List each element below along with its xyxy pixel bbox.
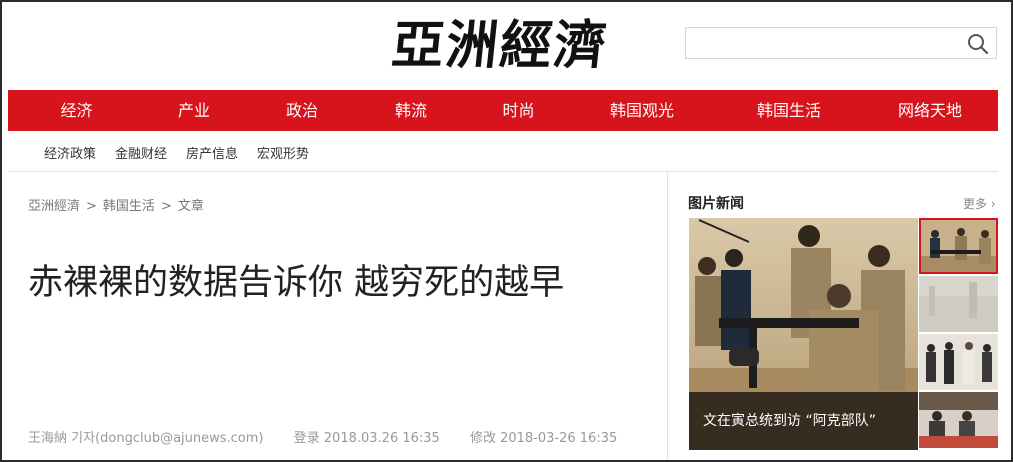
- thumbnail-image: [919, 276, 998, 332]
- article-registered-time: 登录 2018.03.26 16:35: [293, 431, 440, 446]
- breadcrumb-separator: >: [86, 199, 97, 214]
- nav-item-fashion[interactable]: 时尚: [461, 90, 576, 131]
- breadcrumb-current[interactable]: 文章: [178, 199, 204, 214]
- logo-text: 亞洲經濟: [388, 15, 612, 76]
- thumbnail-1[interactable]: [919, 218, 998, 274]
- thumbnail-4[interactable]: [919, 392, 998, 448]
- subnav-item-finance[interactable]: 金融财经: [115, 143, 167, 162]
- search-button[interactable]: [966, 32, 990, 56]
- article-meta: 王海納 기자(dongclub@ajunews.com) 登录 2018.03.…: [28, 427, 643, 446]
- nav-item-hallyu[interactable]: 韩流: [361, 90, 461, 131]
- article-modified-time: 修改 2018-03-26 16:35: [469, 431, 618, 446]
- subnav-item-macro[interactable]: 宏观形势: [257, 143, 309, 162]
- search-box: [685, 27, 997, 59]
- thumbnail-image: [919, 392, 998, 448]
- nav-item-internet[interactable]: 网络天地: [870, 90, 990, 131]
- nav-item-industry[interactable]: 产业: [145, 90, 243, 131]
- article-author: 王海納 기자(dongclub@ajunews.com): [28, 431, 264, 446]
- featured-photo-caption[interactable]: 文在寅总统到访 “阿克部队”: [703, 410, 876, 430]
- site-logo[interactable]: 亞洲經濟: [388, 14, 622, 78]
- thumbnail-image: [921, 220, 996, 272]
- nav-item-korea-life[interactable]: 韩国生活: [708, 90, 870, 131]
- sub-nav: 经济政策 金融财经 房产信息 宏观形势: [44, 143, 309, 162]
- search-icon: [968, 34, 989, 55]
- subnav-item-economic-policy[interactable]: 经济政策: [44, 143, 96, 162]
- breadcrumb-separator: >: [160, 199, 172, 214]
- search-input[interactable]: [694, 34, 954, 54]
- subnav-divider: [8, 171, 998, 172]
- breadcrumb: 亞洲經濟 > 韩国生活 > 文章: [28, 195, 204, 214]
- nav-item-korea-tourism[interactable]: 韩国观光: [576, 90, 708, 131]
- nav-item-economy[interactable]: 经济: [8, 90, 145, 131]
- article-title: 赤裸裸的数据告诉你 越穷死的越早: [28, 263, 565, 303]
- featured-photo[interactable]: 文在寅总统到访 “阿克部队”: [689, 218, 918, 450]
- thumbnail-3[interactable]: [919, 334, 998, 390]
- breadcrumb-section[interactable]: 韩国生活: [103, 199, 155, 214]
- subnav-item-real-estate[interactable]: 房产信息: [186, 143, 238, 162]
- nav-item-politics[interactable]: 政治: [243, 90, 361, 131]
- breadcrumb-home[interactable]: 亞洲經濟: [28, 199, 80, 214]
- column-divider: [667, 172, 668, 460]
- thumbnail-2[interactable]: [919, 276, 998, 332]
- thumbnail-image: [919, 334, 998, 390]
- more-link[interactable]: 更多 ›: [963, 195, 996, 212]
- photo-news-title: 图片新闻: [688, 196, 744, 212]
- main-nav: 经济 产业 政治 韩流 时尚 韩国观光 韩国生活 网络天地: [8, 90, 998, 131]
